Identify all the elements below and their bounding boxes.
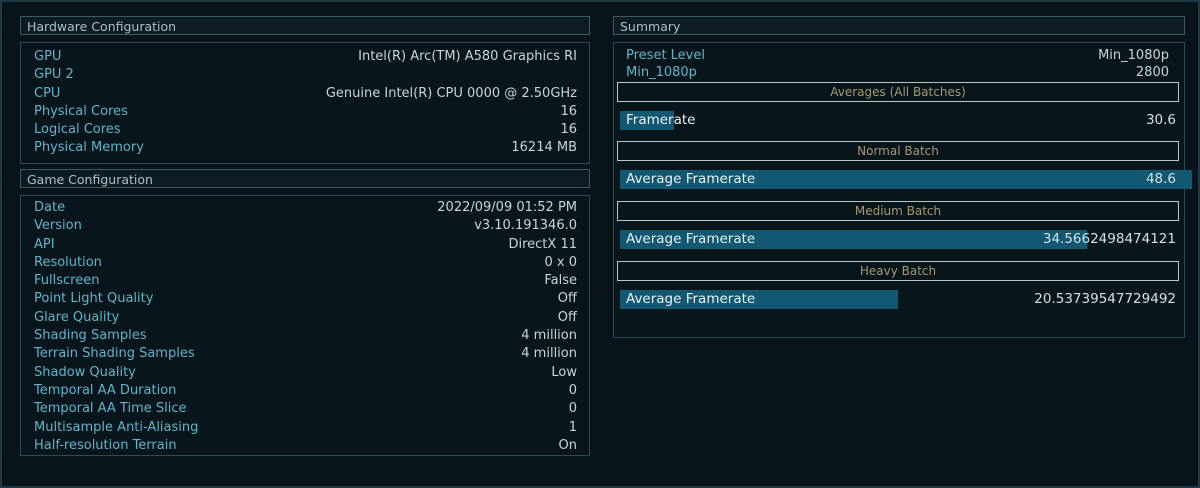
metric-value: 20.53739547729492 xyxy=(1034,291,1176,307)
row-key: Shading Samples xyxy=(34,328,147,344)
row-key: GPU xyxy=(34,49,62,64)
metric-label: Average Framerate xyxy=(626,171,756,187)
row-key: Point Light Quality xyxy=(34,291,154,307)
row-key: CPU xyxy=(34,85,61,101)
game-row-shading-samples: Shading Samples 4 million xyxy=(21,327,589,345)
metric-label: Average Framerate xyxy=(626,231,756,247)
row-key: Logical Cores xyxy=(34,122,121,138)
row-key: API xyxy=(34,236,55,252)
game-row-fullscreen: Fullscreen False xyxy=(21,272,589,290)
preset-info: Preset Level Min_1080p Min_1080p 2800 xyxy=(614,43,1184,81)
normal-batch-header: Normal Batch xyxy=(617,141,1179,161)
row-value: 16 xyxy=(560,103,577,119)
row-key: Fullscreen xyxy=(34,273,100,289)
row-key: Half-resolution Terrain xyxy=(34,437,177,453)
game-row-point-light-quality: Point Light Quality Off xyxy=(21,290,589,308)
hardware-config-panel: GPU Intel(R) Arc(TM) A580 Graphics RI GP… xyxy=(20,42,590,164)
medium-batch-framerate-row: Average Framerate 34.5662498474121 xyxy=(620,230,1176,249)
medium-batch-header: Medium Batch xyxy=(617,201,1179,221)
row-key: Terrain Shading Samples xyxy=(34,346,195,362)
row-key: Date xyxy=(34,200,66,215)
preset-level-row: Preset Level Min_1080p xyxy=(614,47,1184,64)
row-value: Off xyxy=(557,309,577,325)
game-config-header: Game Configuration xyxy=(20,169,590,188)
game-row-version: Version v3.10.191346.0 xyxy=(21,217,589,235)
row-value: 0 xyxy=(568,382,577,398)
heavy-batch-framerate-row: Average Framerate 20.53739547729492 xyxy=(620,290,1176,309)
normal-batch-framerate-row: Average Framerate 48.6 xyxy=(620,170,1192,189)
left-column: Hardware Configuration GPU Intel(R) Arc(… xyxy=(20,16,590,456)
metric-value: 48.6 xyxy=(1145,171,1176,187)
metric-label: Framerate xyxy=(626,112,696,128)
row-value: 4 million xyxy=(521,346,577,362)
benchmark-results-window: Hardware Configuration GPU Intel(R) Arc(… xyxy=(0,0,1200,488)
game-row-half-res-terrain: Half-resolution Terrain On xyxy=(21,437,589,455)
hardware-row-gpu2: GPU 2 xyxy=(21,66,589,84)
row-key: Glare Quality xyxy=(34,309,120,325)
summary-panel: Preset Level Min_1080p Min_1080p 2800 Av… xyxy=(613,42,1192,338)
game-config-panel: Date 2022/09/09 01:52 PM Version v3.10.1… xyxy=(20,195,590,456)
row-value: Off xyxy=(557,291,577,307)
row-value: Low xyxy=(551,364,577,380)
game-row-resolution: Resolution 0 x 0 xyxy=(21,254,589,272)
row-key: Temporal AA Time Slice xyxy=(34,401,187,417)
right-column: Summary Preset Level Min_1080p Min_1080p… xyxy=(613,16,1192,338)
game-row-temporal-aa-time-slice: Temporal AA Time Slice 0 xyxy=(21,400,589,418)
game-row-msaa: Multisample Anti-Aliasing 1 xyxy=(21,419,589,437)
hardware-row-gpu: GPU Intel(R) Arc(TM) A580 Graphics RI xyxy=(21,48,589,66)
row-value: Min_1080p xyxy=(1098,48,1169,63)
row-value: On xyxy=(558,437,577,453)
hardware-row-logical-cores: Logical Cores 16 xyxy=(21,121,589,139)
summary-header: Summary xyxy=(613,16,1185,35)
row-value: 0 xyxy=(568,401,577,417)
row-value: 0 x 0 xyxy=(544,254,578,270)
hardware-row-cpu: CPU Genuine Intel(R) CPU 0000 @ 2.50GHz xyxy=(21,85,589,103)
game-row-date: Date 2022/09/09 01:52 PM xyxy=(21,199,589,217)
game-row-glare-quality: Glare Quality Off xyxy=(21,309,589,327)
row-key: Temporal AA Duration xyxy=(34,382,177,398)
row-key: Version xyxy=(34,218,82,234)
game-row-api: API DirectX 11 xyxy=(21,236,589,254)
heavy-batch-header: Heavy Batch xyxy=(617,261,1179,281)
metric-value: 34.5662498474121 xyxy=(1042,231,1176,247)
averages-header: Averages (All Batches) xyxy=(617,82,1179,102)
row-value: 4 million xyxy=(521,328,577,344)
row-value: 2022/09/09 01:52 PM xyxy=(437,200,577,215)
row-key: Min_1080p xyxy=(626,65,697,80)
preset-score-row: Min_1080p 2800 xyxy=(614,64,1184,81)
row-value: 16 xyxy=(560,122,577,138)
metric-value: 30.6 xyxy=(1145,112,1176,128)
row-value: Intel(R) Arc(TM) A580 Graphics RI xyxy=(358,49,577,64)
row-value: 16214 MB xyxy=(511,140,577,156)
row-key: Multisample Anti-Aliasing xyxy=(34,419,199,435)
row-key: Physical Cores xyxy=(34,103,128,119)
row-key: Preset Level xyxy=(626,48,705,63)
game-row-temporal-aa-duration: Temporal AA Duration 0 xyxy=(21,382,589,400)
row-key: Resolution xyxy=(34,254,102,270)
row-key: Physical Memory xyxy=(34,140,144,156)
hardware-row-physical-cores: Physical Cores 16 xyxy=(21,103,589,121)
row-value: DirectX 11 xyxy=(508,236,577,252)
row-key: GPU 2 xyxy=(34,67,74,83)
row-key: Shadow Quality xyxy=(34,364,136,380)
row-value: 2800 xyxy=(1135,65,1169,80)
hardware-config-header: Hardware Configuration xyxy=(20,16,590,35)
game-row-terrain-shading-samples: Terrain Shading Samples 4 million xyxy=(21,345,589,363)
row-value: 1 xyxy=(568,419,577,435)
row-value: False xyxy=(544,273,577,289)
hardware-row-physical-memory: Physical Memory 16214 MB xyxy=(21,139,589,157)
averages-framerate-row: Framerate 30.6 xyxy=(620,111,1176,130)
metric-label: Average Framerate xyxy=(626,291,756,307)
game-row-shadow-quality: Shadow Quality Low xyxy=(21,364,589,382)
row-value: v3.10.191346.0 xyxy=(474,218,577,234)
row-value: Genuine Intel(R) CPU 0000 @ 2.50GHz xyxy=(325,85,577,101)
